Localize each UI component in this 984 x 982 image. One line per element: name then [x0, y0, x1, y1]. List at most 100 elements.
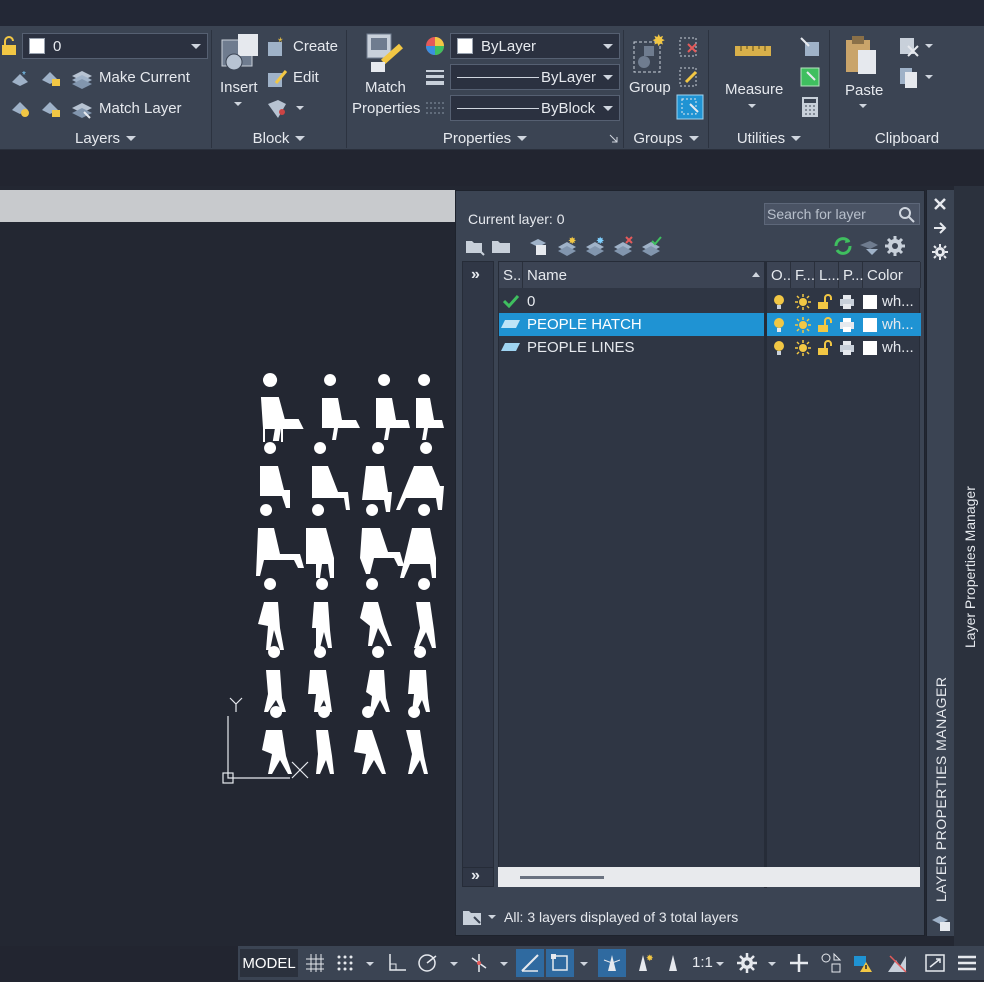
layer-states-manager-icon[interactable]: [526, 235, 548, 257]
palette-properties-icon[interactable]: [932, 244, 948, 260]
match-layer-icon[interactable]: [70, 98, 94, 120]
sun-thawed-icon[interactable]: [795, 340, 811, 356]
create-block-icon[interactable]: *: [266, 36, 288, 58]
annotation-scale-icon[interactable]: [662, 952, 684, 974]
make-current-button[interactable]: Make Current: [99, 69, 190, 86]
bulb-on-icon[interactable]: [771, 340, 787, 356]
object-snap-dropdown-icon[interactable]: [580, 962, 588, 966]
plot-printer-icon[interactable]: [839, 294, 855, 310]
group-selection-icon[interactable]: [676, 94, 704, 120]
layer-color-cell[interactable]: wh...: [863, 293, 914, 310]
block-panel-title[interactable]: Block: [212, 126, 346, 150]
annotation-monitor-plus-icon[interactable]: [788, 952, 810, 974]
new-layer-vp-frozen-icon[interactable]: ✸: [584, 235, 606, 257]
grid-display-icon[interactable]: [304, 952, 326, 974]
group-icon[interactable]: ✸: [630, 32, 670, 76]
unlock-icon[interactable]: [817, 294, 833, 310]
expand-filter-tree-icon[interactable]: »: [471, 266, 480, 284]
units-icon[interactable]: [820, 952, 842, 974]
col-freeze[interactable]: F...: [791, 262, 815, 288]
insert-button[interactable]: Insert: [220, 79, 258, 96]
snap-dropdown-icon[interactable]: [366, 962, 374, 966]
graphics-performance-icon[interactable]: [886, 952, 908, 974]
horizontal-scrollbar[interactable]: [498, 867, 920, 887]
layers-panel-title[interactable]: Layers: [0, 126, 211, 150]
lineweight-dropdown[interactable]: ByBlock: [450, 95, 620, 121]
group-button[interactable]: Group: [629, 79, 671, 96]
groups-panel-title[interactable]: Groups: [624, 126, 708, 150]
create-block-button[interactable]: Create: [293, 38, 338, 55]
select-all-icon[interactable]: [799, 66, 821, 88]
scrollbar-thumb[interactable]: [520, 876, 604, 879]
match-layer-button[interactable]: Match Layer: [99, 100, 182, 117]
object-snap-icon[interactable]: [549, 952, 571, 974]
ungroup-icon[interactable]: [678, 36, 700, 58]
auto-scale-icon[interactable]: ✸: [632, 952, 654, 974]
drawing-area[interactable]: [0, 186, 456, 946]
plot-printer-icon[interactable]: [839, 317, 855, 333]
dialog-launcher-icon[interactable]: [609, 134, 618, 143]
layer-properties-manager-tab[interactable]: Layer Properties Manager: [962, 486, 978, 648]
scale-dropdown-icon[interactable]: [716, 962, 724, 966]
make-current-icon[interactable]: [70, 68, 94, 90]
new-property-filter-icon[interactable]: [464, 235, 486, 257]
linetype-dropdown[interactable]: ByLayer: [450, 64, 620, 90]
new-layer-icon[interactable]: ✸: [556, 235, 578, 257]
unlock-icon[interactable]: [817, 340, 833, 356]
layer-row-2[interactable]: PEOPLE LINES: [499, 336, 764, 359]
insert-block-icon[interactable]: [218, 32, 262, 74]
edit-block-icon[interactable]: [266, 67, 288, 89]
expand-filter-tree-bottom-icon[interactable]: »: [471, 867, 480, 885]
layer-color-cell[interactable]: wh...: [863, 339, 914, 356]
refresh-icon[interactable]: [832, 235, 854, 257]
plot-printer-icon[interactable]: [839, 340, 855, 356]
layer-translator-icon[interactable]: [858, 235, 880, 257]
new-group-filter-icon[interactable]: [490, 235, 512, 257]
workspace-dropdown-icon[interactable]: [768, 962, 776, 966]
settings-gear-icon[interactable]: [884, 235, 906, 257]
close-icon[interactable]: [932, 196, 948, 212]
col-name[interactable]: Name: [523, 262, 765, 288]
layer-off-icon[interactable]: [10, 98, 32, 120]
bulb-on-icon[interactable]: [771, 317, 787, 333]
calculator-icon[interactable]: [801, 96, 819, 118]
cut-icon[interactable]: [898, 36, 920, 58]
sun-thawed-icon[interactable]: [795, 294, 811, 310]
col-lock[interactable]: L...: [815, 262, 840, 288]
col-status[interactable]: S..: [499, 262, 523, 288]
match-properties-icon[interactable]: [365, 32, 407, 76]
polar-dropdown-icon[interactable]: [450, 962, 458, 966]
grid-column-splitter[interactable]: [764, 262, 767, 888]
color-dropdown[interactable]: ByLayer: [450, 33, 620, 59]
annotation-visibility-icon[interactable]: [601, 952, 623, 974]
object-snap-tracking-icon[interactable]: [519, 952, 541, 974]
block-attribute-icon[interactable]: [266, 98, 288, 120]
col-plot[interactable]: P...: [839, 262, 864, 288]
osnap-dropdown-icon[interactable]: [500, 962, 508, 966]
group-edit-icon[interactable]: [678, 66, 700, 88]
quick-select-icon[interactable]: [799, 36, 821, 58]
clean-screen-icon[interactable]: [924, 952, 946, 974]
filter-folder-icon[interactable]: [462, 907, 484, 927]
quick-properties-warning-icon[interactable]: [852, 952, 874, 974]
model-space-button[interactable]: MODEL: [240, 949, 298, 977]
clipboard-panel-title[interactable]: Clipboard: [830, 126, 984, 150]
properties-panel-title[interactable]: Properties: [347, 126, 623, 150]
bulb-on-icon[interactable]: [771, 294, 787, 310]
layer-dropdown[interactable]: 0: [22, 33, 208, 59]
ortho-mode-icon[interactable]: [386, 952, 408, 974]
match-properties-label-2[interactable]: Properties: [352, 100, 420, 117]
people-silhouettes[interactable]: [256, 373, 444, 774]
paste-icon[interactable]: [844, 34, 880, 78]
workspace-gear-icon[interactable]: [736, 952, 758, 974]
snap-mode-icon[interactable]: [334, 952, 356, 974]
filter-dropdown-icon[interactable]: [488, 915, 496, 919]
match-properties-label-1[interactable]: Match: [365, 79, 406, 96]
customization-menu-icon[interactable]: [956, 952, 978, 974]
col-on[interactable]: O..: [767, 262, 791, 288]
auto-hide-icon[interactable]: [932, 220, 948, 236]
annotation-scale-value[interactable]: 1:1: [692, 954, 713, 971]
edit-block-button[interactable]: Edit: [293, 69, 319, 86]
polar-tracking-icon[interactable]: [416, 952, 438, 974]
measure-icon[interactable]: [733, 40, 773, 60]
